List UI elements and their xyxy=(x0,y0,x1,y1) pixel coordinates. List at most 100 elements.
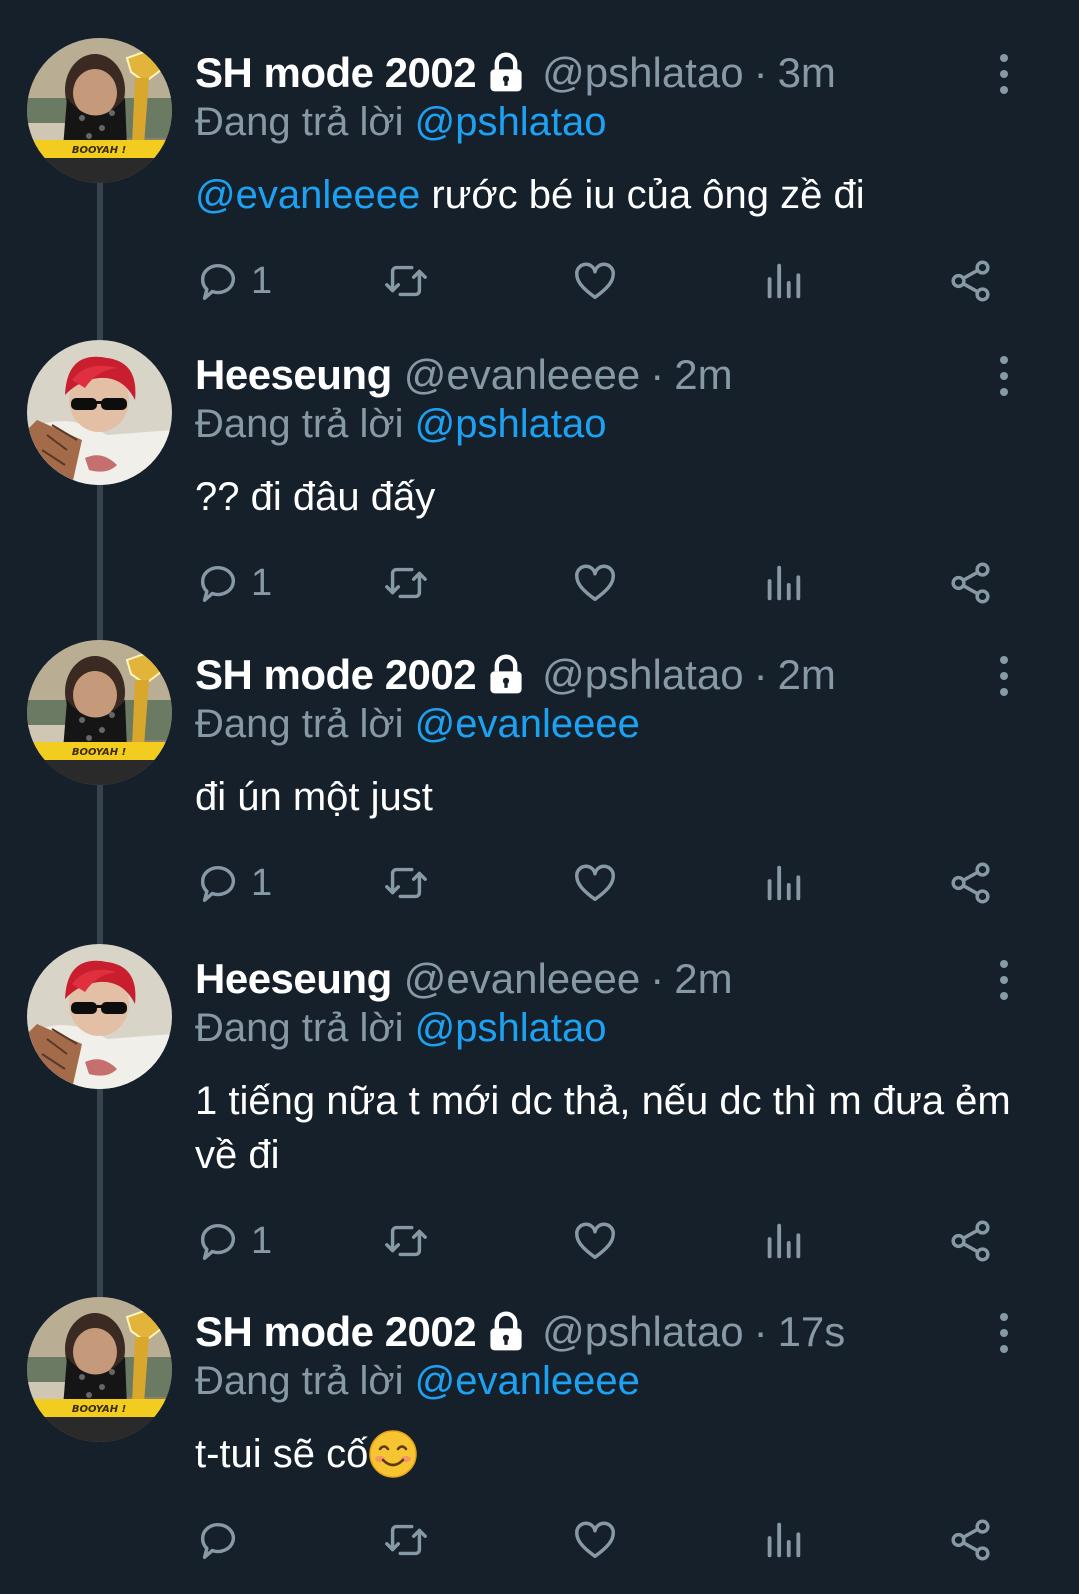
separator-dot: · xyxy=(753,1308,768,1355)
separator-dot: · xyxy=(753,651,768,698)
share-button[interactable] xyxy=(948,256,994,306)
reply-icon xyxy=(200,566,236,602)
avatar-badge-text: BOOYAH ! xyxy=(72,747,126,758)
like-button[interactable] xyxy=(572,1216,618,1266)
replying-to-mention[interactable]: @pshlatao xyxy=(415,402,607,446)
analytics-button[interactable] xyxy=(760,858,806,908)
reply-icon xyxy=(200,866,236,902)
retweet-button[interactable] xyxy=(383,1515,429,1565)
replying-to-mention[interactable]: @evanleeee xyxy=(415,702,640,746)
user-handle[interactable]: @pshlatao xyxy=(542,1308,743,1356)
replying-label: Đang trả lời xyxy=(195,100,404,144)
user-handle[interactable]: @pshlatao xyxy=(542,651,743,699)
like-button[interactable] xyxy=(572,558,618,608)
reply-button[interactable]: 1 xyxy=(195,558,272,608)
analytics-button[interactable] xyxy=(760,1515,806,1565)
heart-icon xyxy=(575,1222,615,1260)
tweet-text-content: đi ún một just xyxy=(195,775,433,819)
lock-icon xyxy=(484,51,528,95)
more-vertical-icon[interactable] xyxy=(992,654,1016,698)
tweet-text: t-tui sẽ cố xyxy=(195,1427,1035,1481)
share-icon xyxy=(951,260,990,302)
replying-label: Đang trả lời xyxy=(195,1359,404,1403)
replying-to: Đang trả lời @evanleeee xyxy=(195,1359,640,1404)
retweet-button[interactable] xyxy=(383,858,429,908)
smiling-face-emoji xyxy=(368,1429,418,1479)
avatar[interactable]: BOOYAH ! xyxy=(27,38,172,183)
avatar[interactable] xyxy=(27,944,172,1089)
replying-to-mention[interactable]: @pshlatao xyxy=(415,100,607,144)
red-hair-avatar-icon xyxy=(27,944,172,1089)
timestamp[interactable]: 2m xyxy=(674,955,732,1003)
user-handle[interactable]: @evanleeee xyxy=(404,351,640,399)
avatar[interactable] xyxy=(27,340,172,485)
user-handle[interactable]: @pshlatao xyxy=(542,49,743,97)
analytics-button[interactable] xyxy=(760,1216,806,1266)
avatar-badge-text: BOOYAH ! xyxy=(72,145,126,156)
tweet[interactable]: BOOYAH ! SH mode 2002 @pshlatao · 2m Đang … xyxy=(0,640,1079,940)
lock-icon xyxy=(484,1310,528,1354)
tweet-header: SH mode 2002 @pshlatao · 2m xyxy=(195,650,836,700)
share-button[interactable] xyxy=(948,1515,994,1565)
tweet[interactable]: BOOYAH ! SH mode 2002 @pshlatao · 3m Đang … xyxy=(0,38,1079,338)
avatar-badge-text: BOOYAH ! xyxy=(72,1404,126,1415)
tweet-actions: 1 xyxy=(0,558,1079,608)
user-handle[interactable]: @evanleeee xyxy=(404,955,640,1003)
replying-to-mention[interactable]: @pshlatao xyxy=(415,1006,607,1050)
retweet-icon xyxy=(385,1225,427,1257)
tweet-text: ?? đi đâu đấy xyxy=(195,470,1035,524)
like-button[interactable] xyxy=(572,1515,618,1565)
more-vertical-icon[interactable] xyxy=(992,1311,1016,1355)
avatar[interactable]: BOOYAH ! xyxy=(27,640,172,785)
body-mention[interactable]: @evanleeee xyxy=(195,173,420,217)
tweet[interactable]: BOOYAH ! SH mode 2002 @pshlatao · 17s Đang… xyxy=(0,1297,1079,1594)
reply-button[interactable] xyxy=(195,1515,251,1565)
retweet-button[interactable] xyxy=(383,1216,429,1266)
red-hair-avatar-icon xyxy=(27,340,172,485)
tweet-text-content: rước bé iu của ông zề đi xyxy=(420,173,865,217)
reply-icon xyxy=(200,264,236,300)
retweet-button[interactable] xyxy=(383,256,429,306)
analytics-icon xyxy=(767,1223,801,1259)
reply-button[interactable]: 1 xyxy=(195,858,272,908)
replying-label: Đang trả lời xyxy=(195,702,404,746)
tweet-actions: 1 xyxy=(0,1216,1079,1266)
tweet-actions: 1 xyxy=(0,858,1079,908)
display-name[interactable]: Heeseung xyxy=(195,955,392,1003)
display-name[interactable]: SH mode 2002 xyxy=(195,1308,477,1356)
display-name[interactable]: Heeseung xyxy=(195,351,392,399)
separator-dot: · xyxy=(753,49,768,96)
timestamp[interactable]: 2m xyxy=(778,651,836,699)
tweet-text-content: t-tui sẽ cố xyxy=(195,1432,369,1476)
more-vertical-icon[interactable] xyxy=(992,354,1016,398)
masked-avatar-icon: BOOYAH ! xyxy=(27,640,172,785)
more-vertical-icon[interactable] xyxy=(992,958,1016,1002)
reply-button[interactable]: 1 xyxy=(195,256,272,306)
analytics-button[interactable] xyxy=(760,558,806,608)
like-button[interactable] xyxy=(572,256,618,306)
timestamp[interactable]: 3m xyxy=(778,49,836,97)
like-button[interactable] xyxy=(572,858,618,908)
masked-avatar-icon: BOOYAH ! xyxy=(27,38,172,183)
reply-button[interactable]: 1 xyxy=(195,1216,272,1266)
retweet-icon xyxy=(385,567,427,599)
share-button[interactable] xyxy=(948,558,994,608)
replying-to: Đang trả lời @pshlatao xyxy=(195,402,607,447)
tweet[interactable]: Heeseung @evanleeee · 2m Đang trả lời @pshl… xyxy=(0,944,1079,1262)
replying-to-mention[interactable]: @evanleeee xyxy=(415,1359,640,1403)
share-button[interactable] xyxy=(948,1216,994,1266)
retweet-icon xyxy=(385,1524,427,1556)
retweet-button[interactable] xyxy=(383,558,429,608)
reply-icon xyxy=(200,1224,236,1260)
display-name[interactable]: SH mode 2002 xyxy=(195,49,477,97)
heart-icon xyxy=(575,1521,615,1559)
separator-dot: · xyxy=(650,351,665,398)
share-button[interactable] xyxy=(948,858,994,908)
timestamp[interactable]: 2m xyxy=(674,351,732,399)
avatar[interactable]: BOOYAH ! xyxy=(27,1297,172,1442)
analytics-button[interactable] xyxy=(760,256,806,306)
timestamp[interactable]: 17s xyxy=(778,1308,846,1356)
display-name[interactable]: SH mode 2002 xyxy=(195,651,477,699)
tweet[interactable]: Heeseung @evanleeee · 2m Đang trả lời @pshl… xyxy=(0,340,1079,640)
more-vertical-icon[interactable] xyxy=(992,52,1016,96)
